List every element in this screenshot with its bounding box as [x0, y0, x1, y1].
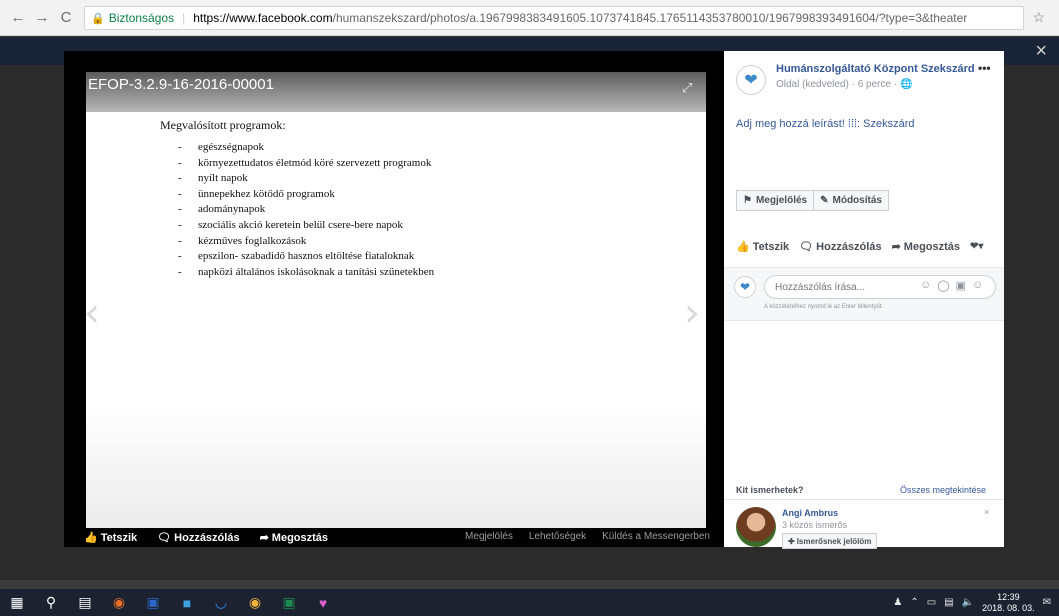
secure-label: Biztonságos — [108, 11, 175, 25]
tag-edit-buttons: ⚑ Megjelölés ✎ Módosítás — [736, 190, 889, 211]
paint-icon[interactable]: ♥ — [306, 589, 340, 616]
next-photo-arrow-icon[interactable]: › — [684, 290, 700, 336]
system-tray: ♟ ⌃ ▭ ▤ 🔈 12:39 2018. 08. 03. ✉ — [893, 589, 1051, 616]
post-actions: 👍 Tetszik 🗨 Hozzászólás ➦ Megosztás ❤▾ — [736, 240, 983, 254]
comment-input-icons: ☺ ◯ ▣ ☺ — [920, 279, 983, 292]
list-item: - ünnepekhez kötődő programok — [178, 187, 335, 200]
volume-icon[interactable]: 🔈 — [962, 597, 974, 608]
excel-icon[interactable]: ▣ — [272, 589, 306, 616]
dismiss-suggestion-icon[interactable]: × — [984, 507, 989, 517]
notifications-icon[interactable]: ✉ — [1043, 597, 1051, 608]
word-icon[interactable]: ▣ — [136, 589, 170, 616]
firefox-icon[interactable]: ◉ — [102, 589, 136, 616]
windows-start-icon[interactable]: ▦ — [0, 589, 34, 616]
suggested-person-name[interactable]: Angi Ambrus — [782, 508, 838, 518]
share-icon: ➦ — [259, 532, 269, 544]
mutual-friends-count[interactable]: 3 közös ismerős — [782, 520, 847, 530]
add-friend-button[interactable]: ✚ Ismerősnek jelölöm — [782, 533, 878, 549]
back-icon[interactable]: ← — [8, 9, 28, 26]
url-path: /humanszekszard/photos/a.196799838349160… — [332, 11, 968, 25]
search-icon[interactable]: ⚲ — [34, 589, 68, 616]
doc-heading: Megvalósított programok: — [160, 118, 286, 132]
commenter-avatar: ❤ — [734, 276, 756, 298]
emoji-icon[interactable]: ☺ — [920, 279, 931, 292]
edge-icon[interactable]: ◡ — [204, 589, 238, 616]
like-button[interactable]: 👍 Tetszik — [736, 240, 789, 254]
sticker-icon[interactable]: ☺ — [972, 279, 983, 292]
clock[interactable]: 12:39 2018. 08. 03. — [982, 592, 1035, 614]
share-icon: ➦ — [891, 241, 901, 253]
viewer-options-link[interactable]: Lehetőségek — [529, 531, 586, 542]
list-item: - szociális akció keretein belül csere-be… — [178, 218, 403, 231]
task-view-icon[interactable]: ▤ — [68, 589, 102, 616]
pymk-title: Kit ismerhetek? — [736, 485, 804, 495]
people-icon[interactable]: ♟ — [893, 597, 902, 608]
divider — [724, 499, 1004, 500]
photo-title: EFOP-3.2.9-16-2016-00001 — [88, 76, 274, 93]
viewer-comment-button[interactable]: 🗨 Hozzászólás — [157, 531, 239, 545]
list-item: - adománynapok — [178, 203, 266, 216]
list-item: - környezettudatos életmód köré szervezet… — [178, 156, 432, 169]
post-meta: Oldal (kedveled) · 6 perce · 🌐 — [776, 79, 913, 90]
page-name-link[interactable]: Humánszolgáltató Központ Szekszárd — [776, 63, 975, 75]
doc-list: - egészségnapok - környezettudatos életmód… — [178, 140, 434, 280]
viewer-like-button[interactable]: 👍 Tetszik — [84, 531, 137, 545]
post-side-panel: ❤ Humánszolgáltató Központ Szekszárd •••… — [724, 51, 1004, 549]
network-icon[interactable]: ▤ — [944, 597, 953, 608]
globe-icon: 🌐 — [899, 79, 913, 90]
url-host: https://www.facebook.com — [193, 11, 333, 25]
add-friend-icon: ✚ — [788, 536, 795, 546]
gif-icon[interactable]: ▣ — [956, 279, 966, 292]
comment-composer: ❤ ☺ ◯ ▣ ☺ A közzétételhez nyomd le az En… — [724, 267, 1004, 321]
enter-hint: A közzétételhez nyomd le az Enter billen… — [764, 304, 884, 310]
add-description-link[interactable]: Adj meg hozzá leírást! ⁞⁞⁞: Szekszárd — [736, 118, 915, 130]
list-item: - egészségnapok — [178, 141, 264, 153]
list-item: - kézműves foglalkozások — [178, 234, 307, 247]
address-separator: | — [182, 11, 186, 25]
list-item: - napközi általános iskolásoknak a tanítá… — [178, 265, 435, 278]
lock-icon: 🔒 — [91, 12, 105, 25]
battery-icon[interactable]: ▭ — [927, 597, 936, 608]
viewer-share-button[interactable]: ➦ Megosztás — [259, 531, 328, 545]
clock-time: 12:39 — [997, 591, 1020, 602]
post-as-selector-icon[interactable]: ❤▾ — [970, 241, 983, 252]
photo-footer: 👍 Tetszik 🗨 Hozzászólás ➦ Megosztás Megjelö… — [64, 528, 724, 547]
page-avatar[interactable]: ❤ — [736, 65, 766, 95]
forward-icon[interactable]: → — [32, 9, 52, 26]
thumbs-up-icon: 👍 — [736, 241, 750, 253]
reload-icon[interactable]: C — [56, 9, 76, 26]
chrome-icon[interactable]: ◉ — [238, 589, 272, 616]
suggested-person-avatar[interactable] — [736, 507, 776, 547]
edit-button[interactable]: ✎ Módosítás — [814, 190, 889, 211]
windows-taskbar: ▦ ⚲ ▤ ◉ ▣ ■ ◡ ◉ ▣ ♥ ♟ ⌃ ▭ ▤ 🔈 12:39 2018… — [0, 589, 1059, 616]
more-options-icon[interactable]: ••• — [978, 61, 991, 75]
share-button[interactable]: ➦ Megosztás — [891, 240, 960, 254]
pencil-icon: ✎ — [820, 195, 829, 206]
close-viewer-button[interactable]: × — [1035, 40, 1047, 63]
bookmark-star-icon[interactable]: ☆ — [1032, 9, 1045, 26]
camera-icon[interactable]: ◯ — [937, 279, 949, 292]
file-explorer-icon[interactable]: ■ — [170, 589, 204, 616]
tag-button[interactable]: ⚑ Megjelölés — [736, 190, 815, 211]
list-item: - epszilon- szabadidő hasznos eltöltése f… — [178, 250, 415, 263]
comment-icon: 🗨 — [157, 532, 172, 544]
fullscreen-icon[interactable]: ⤢ — [682, 80, 692, 96]
pymk-see-all-link[interactable]: Összes megtekintése — [900, 485, 986, 495]
comment-icon: 🗨 — [799, 241, 814, 253]
send-messenger-link[interactable]: Küldés a Messengerben — [602, 531, 710, 542]
tag-icon: ⚑ — [743, 195, 752, 206]
address-bar[interactable]: 🔒 Biztonságos | https://www.facebook.com… — [84, 6, 1024, 30]
comment-button[interactable]: 🗨 Hozzászólás — [799, 240, 881, 254]
previous-photo-arrow-icon[interactable]: ‹ — [84, 290, 100, 336]
viewer-tag-link[interactable]: Megjelölés — [465, 531, 513, 542]
thumbs-up-icon: 👍 — [84, 532, 98, 544]
tray-chevron-icon[interactable]: ⌃ — [910, 597, 918, 608]
list-item: - nyílt napok — [178, 172, 248, 185]
clock-date: 2018. 08. 03. — [982, 602, 1035, 613]
